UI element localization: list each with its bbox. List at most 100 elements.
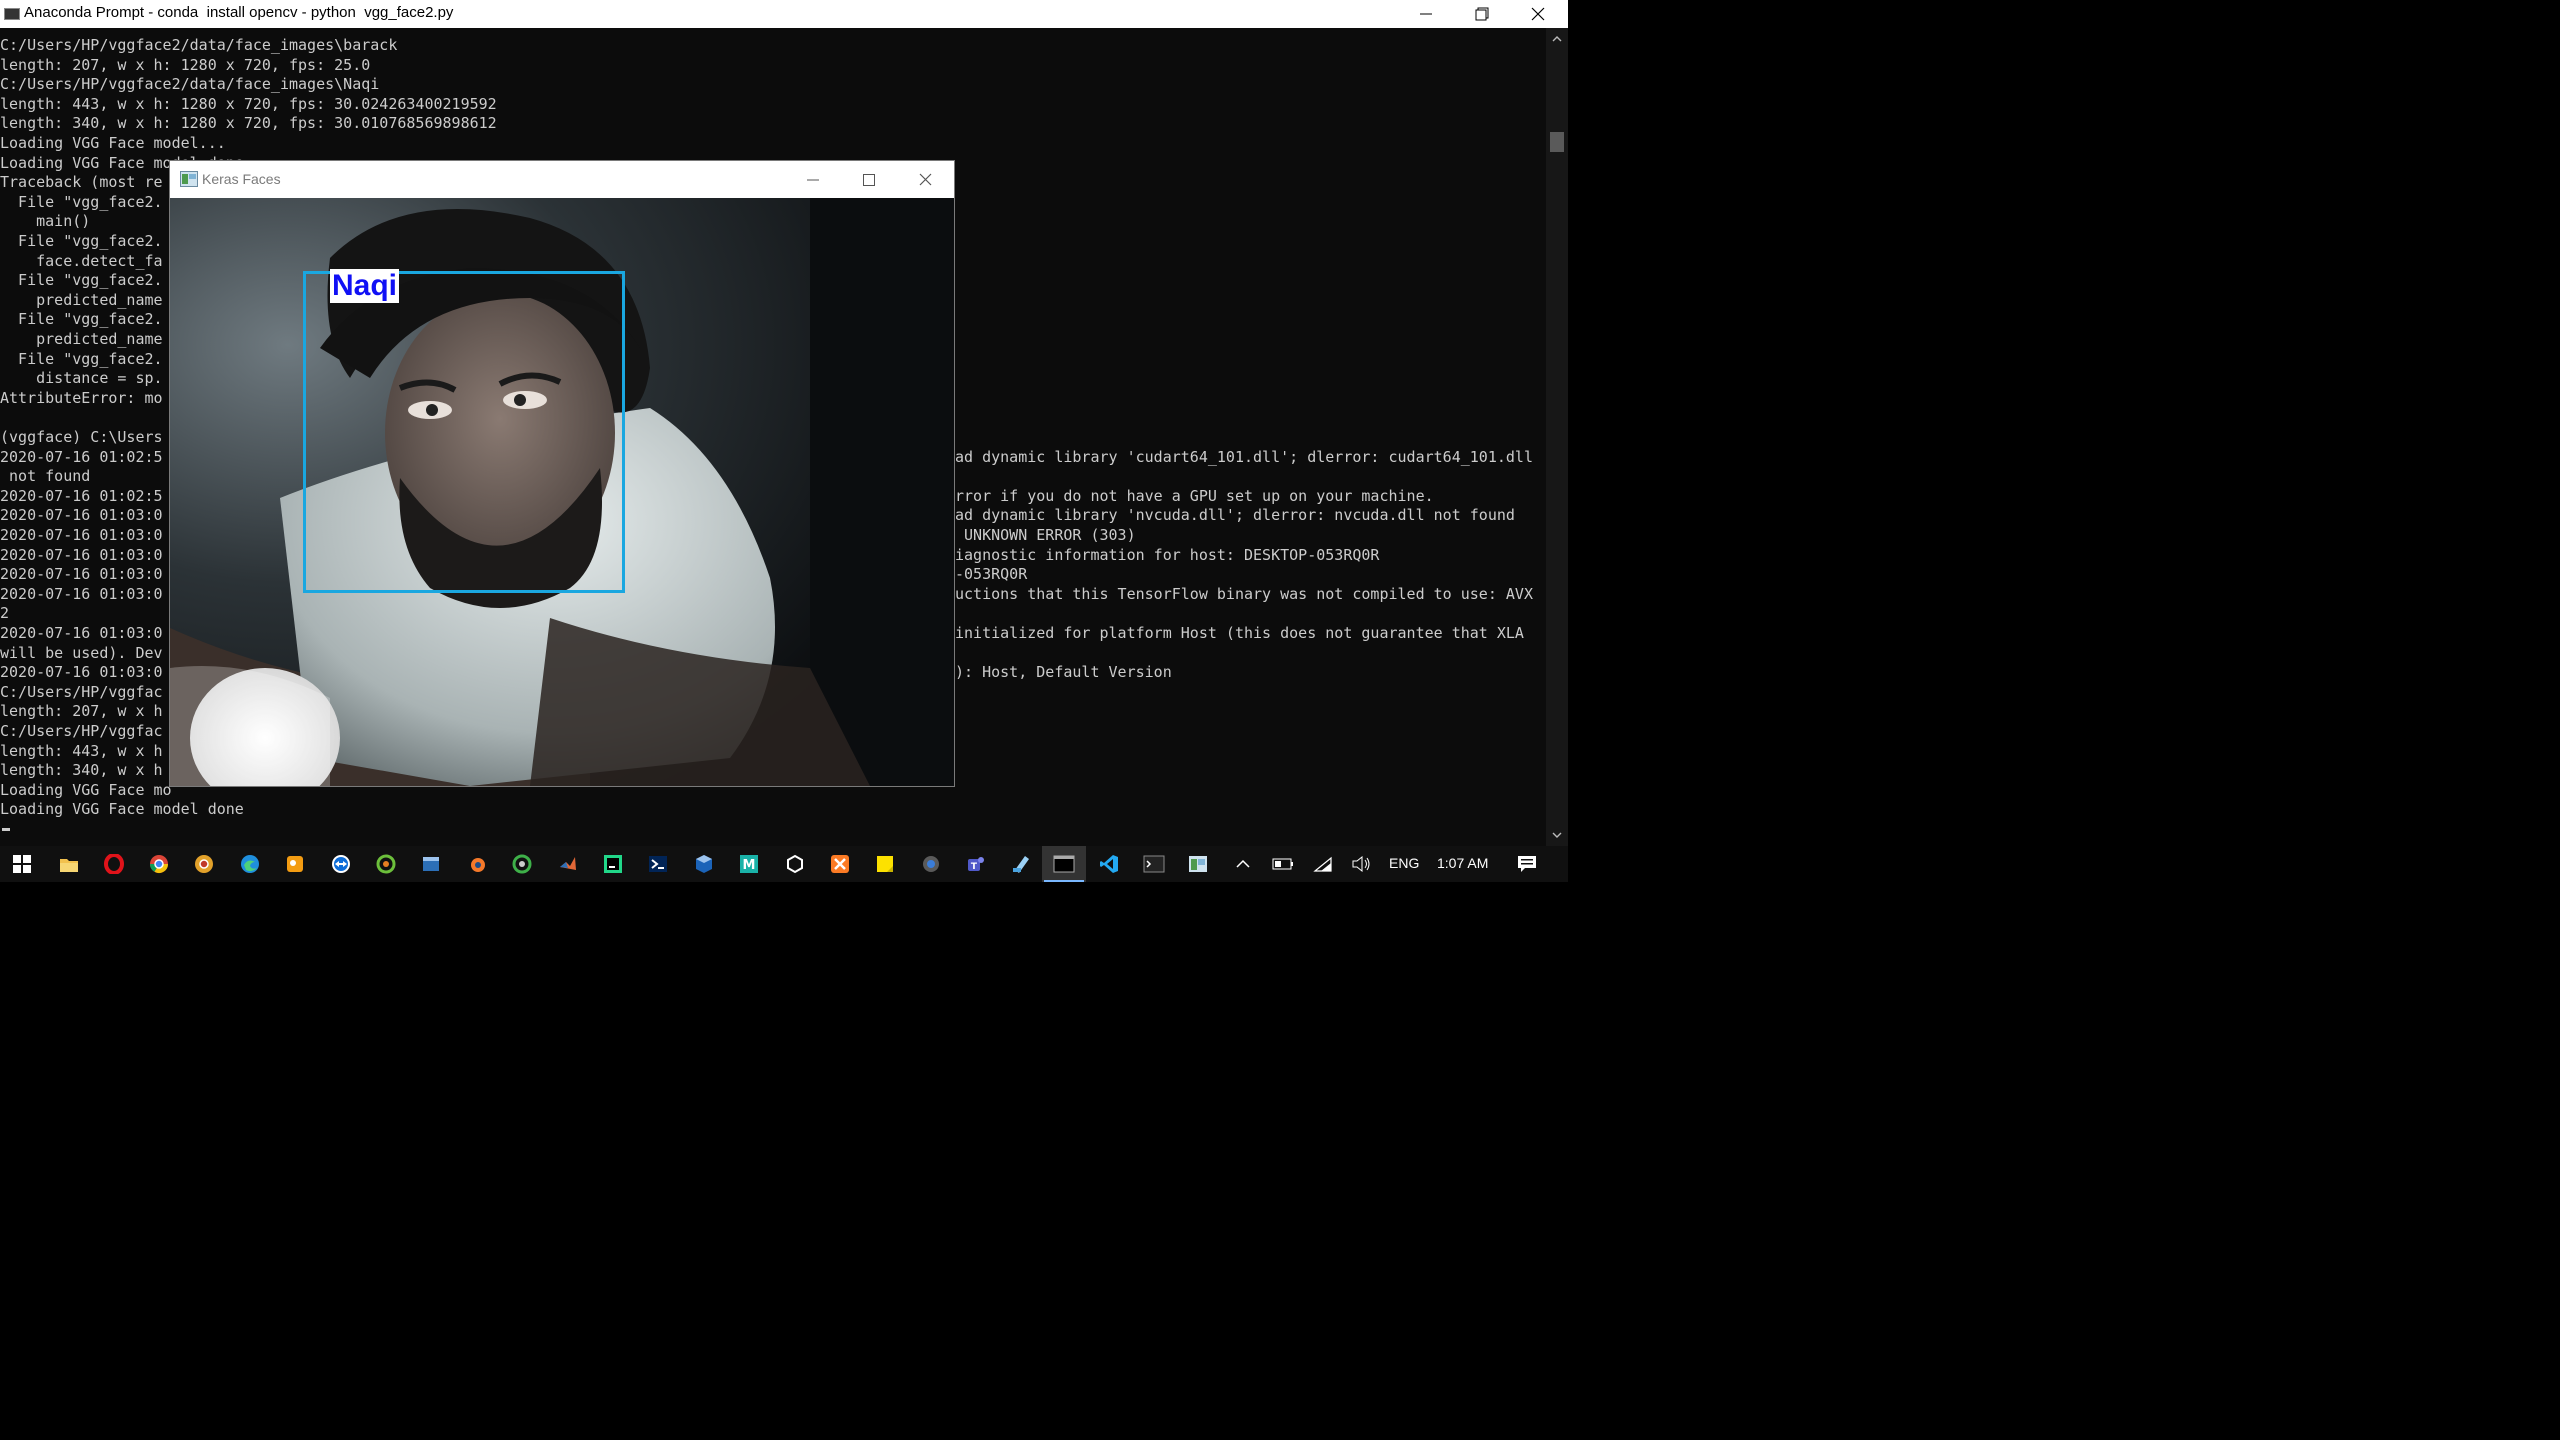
taskbar: M T ENG 1:07 AM: [0, 846, 1568, 882]
keras-minimize-button[interactable]: [785, 161, 841, 198]
console-line-tail: iagnostic information for host: DESKTOP-…: [955, 545, 1380, 564]
svg-text:M: M: [743, 858, 756, 873]
window-app-icon: [180, 171, 198, 187]
taskbar-teamviewer[interactable]: [319, 846, 363, 882]
taskbar-dev-cpp[interactable]: [409, 846, 453, 882]
taskbar-anaconda-navigator[interactable]: [500, 846, 544, 882]
show-hidden-icons-button[interactable]: [1221, 846, 1265, 882]
taskbar-file-explorer[interactable]: [47, 846, 91, 882]
console-line: 2: [0, 604, 10, 623]
keras-faces-window[interactable]: Keras Faces Naqi: [169, 160, 955, 787]
taskbar-chrome[interactable]: [137, 846, 181, 882]
taskbar-chrome-canary[interactable]: [182, 846, 226, 882]
keras-close-button[interactable]: [897, 161, 953, 198]
console-line: face.detect_fa: [0, 251, 163, 270]
paint-icon: [287, 856, 303, 872]
scrollbar-thumb[interactable]: [1550, 132, 1564, 152]
snagit-icon: [376, 854, 396, 874]
minimize-button[interactable]: [1398, 0, 1454, 28]
input-language[interactable]: ENG: [1389, 855, 1419, 871]
console-line: 2020-07-16 01:03:0: [0, 526, 163, 544]
console-scrollbar[interactable]: [1546, 28, 1568, 846]
console-line: 2020-07-16 01:02:5: [0, 447, 163, 466]
chrome-canary-icon: [195, 855, 213, 873]
action-center-button[interactable]: [1505, 846, 1549, 882]
face-bounding-box: [303, 271, 625, 593]
taskbar-paint[interactable]: [273, 846, 317, 882]
virtualbox-icon: [696, 855, 712, 873]
console-line: main(): [0, 212, 91, 231]
taskbar-camera[interactable]: [909, 846, 953, 882]
svg-text:T: T: [971, 862, 978, 872]
taskbar-matlab[interactable]: [546, 846, 590, 882]
taskbar-terminal[interactable]: [1132, 846, 1176, 882]
console-line: C:/Users/HP/vggfac: [0, 722, 163, 740]
dev-cpp-icon: [423, 857, 439, 871]
taskbar-notepad[interactable]: [999, 846, 1043, 882]
volume-button[interactable]: [1340, 846, 1384, 882]
console-line: length: 443, w x h: 1280 x 720, fps: 30.…: [0, 94, 497, 113]
console-line: length: 340, w x h: 1280 x 720, fps: 30.…: [0, 114, 497, 133]
console-line: C:/Users/HP/vggface2/data/face_images\ba…: [0, 36, 398, 54]
taskbar-snagit[interactable]: [364, 846, 408, 882]
console-line: AttributeError: mo: [0, 388, 163, 407]
console-line: 2020-07-16 01:03:0: [0, 584, 163, 603]
taskbar-xampp[interactable]: [818, 846, 862, 882]
restore-button[interactable]: [1454, 0, 1510, 28]
chevron-up-icon: [1236, 859, 1250, 868]
console-line: length: 443, w x h: [0, 741, 163, 760]
blender-icon: [471, 858, 485, 872]
taskbar-blender[interactable]: [455, 846, 499, 882]
face-name-label: Naqi: [330, 269, 400, 303]
console-line-tail: rror if you do not have a GPU set up on …: [955, 486, 1434, 505]
close-icon: [919, 173, 931, 186]
scroll-down-arrow-icon[interactable]: [1546, 826, 1568, 844]
console-line: length: 207, w x h: [0, 702, 163, 721]
taskbar-virtualbox[interactable]: [682, 846, 726, 882]
console-line: length: 340, w x h: [0, 761, 163, 780]
console-titlebar: Anaconda Prompt - conda install opencv -…: [0, 0, 1568, 28]
console-app-icon: [4, 8, 20, 20]
console-line: Loading VGG Face model done: [0, 800, 244, 819]
opera-icon: [104, 854, 124, 874]
close-button[interactable]: [1510, 0, 1566, 28]
taskbar-unity[interactable]: [773, 846, 817, 882]
taskbar-mplab[interactable]: M: [727, 846, 771, 882]
terminal-icon: [1143, 855, 1165, 873]
console-line: not found: [0, 467, 91, 486]
taskbar-vscode[interactable]: [1087, 846, 1131, 882]
taskbar-keras-faces[interactable]: [1176, 846, 1220, 882]
taskbar-teams[interactable]: T: [954, 846, 998, 882]
taskbar-anaconda-prompt[interactable]: [1042, 846, 1086, 882]
console-line: File "vgg_face2.: [0, 232, 163, 250]
clock[interactable]: 1:07 AM: [1437, 855, 1488, 871]
folder-icon: [60, 859, 78, 872]
console-line: C:/Users/HP/vggfac: [0, 682, 163, 701]
taskbar-opera[interactable]: [92, 846, 136, 882]
console-line: Loading VGG Face mo: [0, 780, 172, 799]
scroll-up-arrow-icon[interactable]: [1546, 30, 1568, 48]
pycharm-icon: [604, 855, 622, 873]
console-line: (vggface) C:\Users: [0, 428, 163, 446]
xampp-icon: [831, 855, 849, 873]
wifi-button[interactable]: [1301, 846, 1345, 882]
minimize-icon: [1420, 13, 1432, 15]
edge-icon: [241, 855, 259, 873]
console-line: distance = sp.: [0, 369, 163, 388]
console-line-tail: ad dynamic library 'nvcuda.dll'; dlerror…: [955, 506, 1515, 525]
console-line: predicted_name: [0, 330, 163, 348]
taskbar-powershell[interactable]: [636, 846, 680, 882]
start-button[interactable]: [0, 846, 44, 882]
keras-maximize-button[interactable]: [841, 161, 897, 198]
keras-window-title: Keras Faces: [202, 171, 281, 187]
console-line: 2020-07-16 01:03:0: [0, 663, 163, 682]
battery-button[interactable]: [1261, 846, 1305, 882]
taskbar-edge[interactable]: [228, 846, 272, 882]
taskbar-sticky-notes[interactable]: [863, 846, 907, 882]
console-line-tail: uctions that this TensorFlow binary was …: [955, 584, 1533, 603]
taskbar-pycharm[interactable]: [591, 846, 635, 882]
sticky-notes-icon: [877, 856, 893, 872]
image-window-icon: [1189, 856, 1207, 872]
teams-icon: T: [968, 857, 984, 872]
console-line: Loading VGG Face model...: [0, 134, 226, 152]
